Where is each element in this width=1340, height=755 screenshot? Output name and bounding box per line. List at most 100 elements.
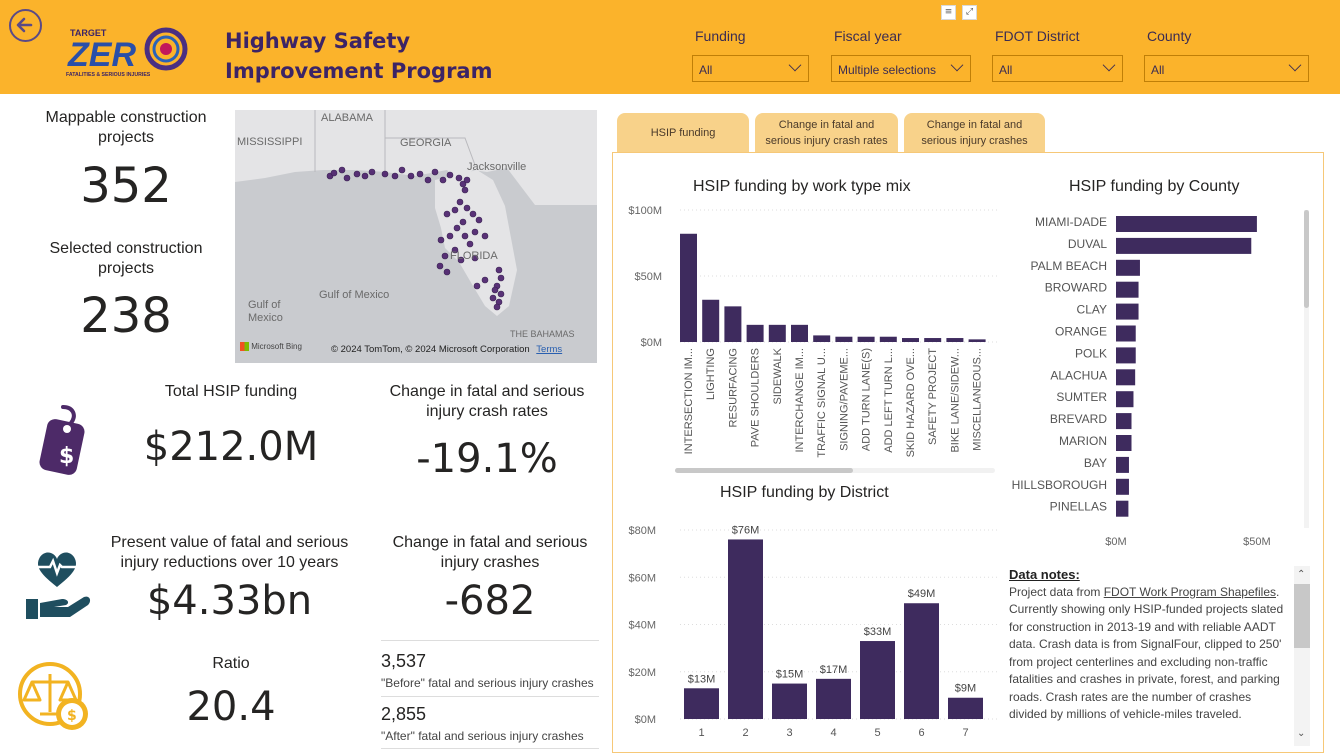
county-dropdown-value: All: [1151, 63, 1165, 77]
selected-projects-label: Selected construction projects: [49, 240, 203, 277]
bar: [1116, 456, 1129, 473]
filter-icon[interactable]: ≡: [941, 5, 956, 20]
bar: [1116, 391, 1134, 408]
x-tick-label: 3: [786, 727, 792, 739]
crash-change-label: Change in fatal and serious injury crash…: [392, 534, 588, 571]
page-title: Highway Safety Improvement Program: [225, 29, 493, 83]
bar: [772, 683, 807, 719]
expand-icon[interactable]: ⤢: [962, 5, 977, 20]
fiscal-year-dropdown[interactable]: Multiple selections: [831, 55, 971, 82]
x-tick-label: ADD LEFT TURN L...: [883, 348, 895, 453]
data-label: $9M: [955, 683, 976, 695]
filter-label-funding: Funding: [695, 28, 746, 44]
bar: [1116, 413, 1132, 430]
chevron-down-icon: [1288, 58, 1302, 72]
x-tick-label: MISCELLANEOUS...: [972, 348, 984, 451]
data-notes: Data notes: Project data from FDOT Work …: [1009, 566, 1291, 746]
notes-body: . Currently showing only HSIP-funded pro…: [1009, 584, 1284, 722]
svg-text:FATALITIES & SERIOUS INJURIES: FATALITIES & SERIOUS INJURIES: [66, 72, 151, 78]
data-label: $17M: [820, 664, 848, 676]
scroll-down-icon[interactable]: ⌄: [1297, 728, 1305, 739]
x-tick-label: 5: [874, 727, 880, 739]
bar: [1116, 281, 1139, 298]
scrollbar-thumb[interactable]: [675, 468, 853, 473]
data-label: $49M: [908, 588, 936, 600]
y-tick-label: PINELLAS: [1050, 500, 1107, 514]
scroll-up-icon[interactable]: ⌃: [1297, 569, 1305, 580]
scrollbar-thumb[interactable]: [1304, 210, 1309, 308]
divider: [381, 696, 599, 697]
worktype-scrollbar[interactable]: [675, 468, 995, 473]
before-crashes-label: "Before" fatal and serious injury crashe…: [381, 676, 594, 690]
divider: [381, 640, 599, 641]
bar: [1116, 237, 1252, 254]
bar: [835, 336, 853, 342]
bar: [924, 338, 942, 342]
x-tick-label: 1: [698, 727, 704, 739]
y-tick-label: $0M: [641, 337, 662, 349]
y-tick-label: $40M: [628, 620, 656, 632]
bar: [816, 678, 851, 719]
y-tick-label: $100M: [628, 205, 662, 217]
svg-text:$: $: [59, 444, 74, 469]
x-tick-label: SIDEWALK: [772, 347, 784, 404]
bar: [946, 338, 964, 342]
tab-hsip-funding[interactable]: HSIP funding: [617, 113, 749, 153]
x-tick-label: SIGNING/PAVEME...: [838, 348, 850, 451]
mappable-projects-label: Mappable construction projects: [45, 109, 207, 146]
crash-change-value: -682: [444, 578, 536, 624]
district-dropdown-value: All: [999, 63, 1013, 77]
bar: [902, 338, 919, 342]
svg-text:$: $: [67, 708, 77, 724]
bar: [813, 335, 831, 342]
bar: [768, 324, 786, 342]
rate-change-label: Change in fatal and serious injury crash…: [389, 383, 585, 420]
map-label-jacksonville: Jacksonville: [467, 161, 527, 173]
tab-label: Change in fatal and serious injury crash…: [921, 119, 1028, 147]
bar: [1116, 259, 1140, 276]
county-dropdown[interactable]: All: [1144, 55, 1309, 82]
filter-label-district: FDOT District: [995, 28, 1080, 44]
back-arrow-icon[interactable]: [9, 9, 42, 42]
district-dropdown[interactable]: All: [992, 55, 1123, 82]
map-terms-link[interactable]: Terms: [536, 344, 562, 355]
tab-label: HSIP funding: [650, 127, 716, 139]
total-funding-label: Total HSIP funding: [164, 383, 298, 400]
chevron-down-icon: [1102, 58, 1116, 72]
x-tick-label: INTERCHANGE IM...: [794, 348, 806, 453]
county-bar-chart: MIAMI-DADE DUVAL PALM BEACH BROWARD CLAY ORAN…: [1012, 215, 1271, 548]
data-label: $33M: [864, 626, 892, 638]
x-tick-label: 2: [742, 727, 748, 739]
mappable-projects-value: 352: [80, 158, 172, 214]
bar: [904, 603, 939, 719]
district-chart-title: HSIP funding by District: [720, 484, 889, 501]
x-tick-label: SAFETY PROJECT: [927, 348, 939, 445]
funding-dropdown[interactable]: All: [692, 55, 809, 82]
x-tick-label: $0M: [1105, 536, 1126, 548]
data-label: $13M: [688, 673, 716, 685]
bar: [1116, 325, 1136, 342]
y-tick-label: MIAMI-DADE: [1035, 215, 1107, 229]
bar: [1116, 435, 1132, 451]
y-tick-label: $0M: [635, 714, 656, 726]
x-tick-label: RESURFACING: [727, 348, 739, 427]
project-map[interactable]: ALABAMA MISSISSIPPI GEORGIA Jacksonville…: [235, 110, 597, 363]
notes-shapefiles-link[interactable]: FDOT Work Program Shapefiles: [1104, 585, 1276, 599]
before-crashes-value: 3,537: [381, 651, 427, 671]
notes-scrollbar[interactable]: ⌃ ⌄: [1294, 566, 1310, 746]
tab-crashes[interactable]: Change in fatal and serious injury crash…: [904, 113, 1045, 153]
bar: [860, 641, 895, 719]
x-tick-label: ADD TURN LANE(S): [861, 348, 873, 451]
map-label-alabama: ALABAMA: [321, 112, 373, 124]
y-tick-label: $50M: [634, 271, 662, 283]
tab-crash-rates[interactable]: Change in fatal and serious injury crash…: [755, 113, 898, 153]
bar: [728, 539, 763, 719]
y-tick-label: CLAY: [1077, 303, 1107, 317]
y-tick-label: $60M: [628, 572, 656, 584]
y-tick-label: BROWARD: [1045, 281, 1108, 295]
county-scrollbar[interactable]: [1304, 210, 1309, 528]
notes-intro: Project data from: [1009, 584, 1104, 599]
data-label: $76M: [732, 524, 760, 536]
scrollbar-thumb[interactable]: [1294, 584, 1310, 648]
heart-hand-icon: [22, 547, 92, 623]
